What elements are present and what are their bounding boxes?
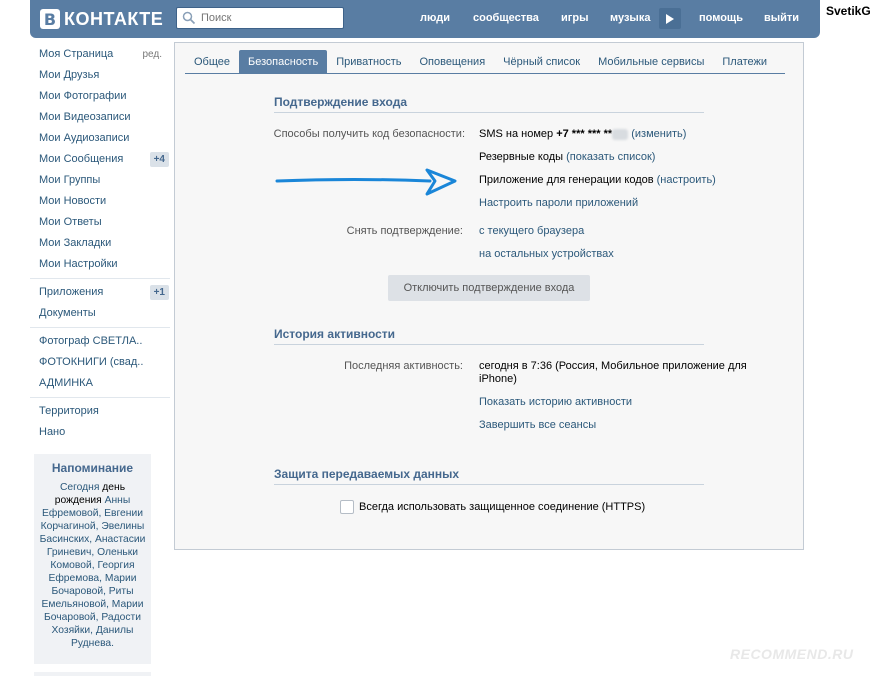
play-icon	[666, 13, 674, 24]
section-title-protection: Защита передаваемых данных	[274, 467, 704, 485]
nav-people[interactable]: люди	[420, 12, 450, 24]
search-icon	[182, 11, 196, 25]
sidebar-item-answers[interactable]: Мои Ответы	[30, 212, 172, 233]
sidebar-item-my-page[interactable]: Моя Страница ред.	[30, 44, 172, 65]
reminder-text: Сегодня день рождения Анны Ефремовой, Ев…	[39, 482, 146, 649]
app-generator-row: Приложение для генерации кодов (настроит…	[479, 174, 716, 186]
apps-badge: +1	[149, 285, 169, 300]
remove-confirm-label: Снять подтверждение:	[346, 225, 463, 237]
edit-link[interactable]: ред.	[142, 44, 162, 65]
logo-text: КОНТАКТЕ	[64, 8, 164, 29]
tab-general[interactable]: Общее	[185, 50, 239, 74]
nav-communities[interactable]: сообщества	[473, 12, 539, 24]
sidebar-item-group-photobooks[interactable]: ФОТОКНИГИ (свад..	[30, 352, 172, 373]
search-box[interactable]	[176, 7, 344, 29]
tab-privacy[interactable]: Приватность	[327, 50, 410, 74]
sidebar-item-apps[interactable]: Приложения +1	[30, 282, 172, 303]
remove-current-browser-link[interactable]: с текущего браузера	[479, 225, 584, 237]
sidebar-item-photos[interactable]: Мои Фотографии	[30, 86, 172, 107]
tab-blacklist[interactable]: Чёрный список	[494, 50, 589, 74]
https-checkbox[interactable]	[340, 500, 354, 514]
section-title-activity: История активности	[274, 327, 704, 345]
sidebar-item-messages[interactable]: Мои Сообщения +4	[30, 149, 172, 170]
sidebar-item-audio[interactable]: Мои Аудиозаписи	[30, 128, 172, 149]
nav-music[interactable]: музыка	[610, 12, 650, 24]
music-play-button[interactable]	[659, 8, 681, 29]
sms-change-link[interactable]: (изменить)	[631, 128, 686, 140]
sms-number: +7 *** *** **	[556, 128, 613, 140]
sidebar-divider	[30, 327, 170, 328]
app-passwords-link[interactable]: Настроить пароли приложений	[479, 197, 638, 209]
sidebar-item-nano[interactable]: Нано	[30, 422, 172, 443]
username[interactable]: SvetikG	[826, 4, 871, 18]
end-all-sessions-link[interactable]: Завершить все сеансы	[479, 419, 596, 431]
recommend-watermark: RECOMMEND.RU	[730, 646, 854, 662]
reminder-today-link[interactable]: Сегодня	[60, 482, 99, 493]
tab-security[interactable]: Безопасность	[239, 50, 328, 74]
sidebar-divider	[30, 278, 170, 279]
left-sidebar: Моя Страница ред. Мои Друзья Мои Фотогра…	[30, 44, 172, 443]
logo-letter: В	[40, 9, 60, 29]
sidebar-item-news[interactable]: Мои Новости	[30, 191, 172, 212]
sidebar-item-group-photographer[interactable]: Фотограф СВЕТЛА..	[30, 331, 172, 352]
app-generator-setup-link[interactable]: (настроить)	[657, 174, 716, 186]
sidebar-item-bookmarks[interactable]: Мои Закладки	[30, 233, 172, 254]
blue-arrow-annotation	[275, 168, 457, 196]
disable-login-confirm-button[interactable]: Отключить подтверждение входа	[388, 275, 590, 301]
sidebar-item-friends[interactable]: Мои Друзья	[30, 65, 172, 86]
settings-panel: Общее Безопасность Приватность Оповещени…	[174, 42, 804, 550]
last-activity-value: сегодня в 7:36 (Россия, Мобильное прилож…	[479, 360, 747, 385]
tab-notifications[interactable]: Оповещения	[410, 50, 494, 74]
nav-help[interactable]: помощь	[699, 12, 743, 24]
nav-logout[interactable]: выйти	[764, 12, 799, 24]
nav-games[interactable]: игры	[561, 12, 588, 24]
sidebar-item-videos[interactable]: Мои Видеозаписи	[30, 107, 172, 128]
reminder-title: Напоминание	[51, 461, 134, 475]
tab-payments[interactable]: Платежи	[713, 50, 776, 74]
remove-other-devices-link[interactable]: на остальных устройствах	[479, 248, 614, 260]
section-title-login-confirm: Подтверждение входа	[274, 95, 704, 113]
settings-tabs: Общее Безопасность Приватность Оповещени…	[185, 50, 785, 74]
vk-logo[interactable]: В КОНТАКТЕ	[40, 8, 163, 30]
sidebar-item-group-admin[interactable]: АДМИНКА	[30, 373, 172, 394]
reminder-people-links[interactable]: Анны Ефремовой, Евгении Корчагиной, Эвел…	[40, 495, 146, 649]
sidebar-item-documents[interactable]: Документы	[30, 303, 172, 324]
backup-codes-show-link[interactable]: (показать список)	[566, 151, 655, 163]
methods-label: Способы получить код безопасности:	[273, 128, 465, 140]
messages-badge: +4	[149, 152, 169, 167]
tab-mobile[interactable]: Мобильные сервисы	[589, 50, 713, 74]
last-activity-label: Последняя активность:	[344, 360, 463, 372]
backup-codes-row: Резервные коды (показать список)	[479, 151, 656, 163]
blurred-digits	[612, 128, 629, 140]
sidebar-item-settings[interactable]: Мои Настройки	[30, 254, 172, 275]
https-label[interactable]: Всегда использовать защищенное соединени…	[359, 501, 645, 513]
sidebar-divider	[30, 397, 170, 398]
show-activity-history-link[interactable]: Показать историю активности	[479, 396, 632, 408]
sidebar-item-territory[interactable]: Территория	[30, 401, 172, 422]
birthday-reminder: Напоминание Сегодня день рождения Анны Е…	[34, 454, 151, 664]
sidebar-item-groups[interactable]: Мои Группы	[30, 170, 172, 191]
top-header: В КОНТАКТЕ люди сообщества игры музыка п…	[30, 0, 820, 38]
sidebar-bottom-block	[34, 672, 151, 676]
sms-row: SMS на номер +7 *** *** ** (изменить)	[479, 128, 687, 140]
search-input[interactable]	[201, 9, 341, 27]
